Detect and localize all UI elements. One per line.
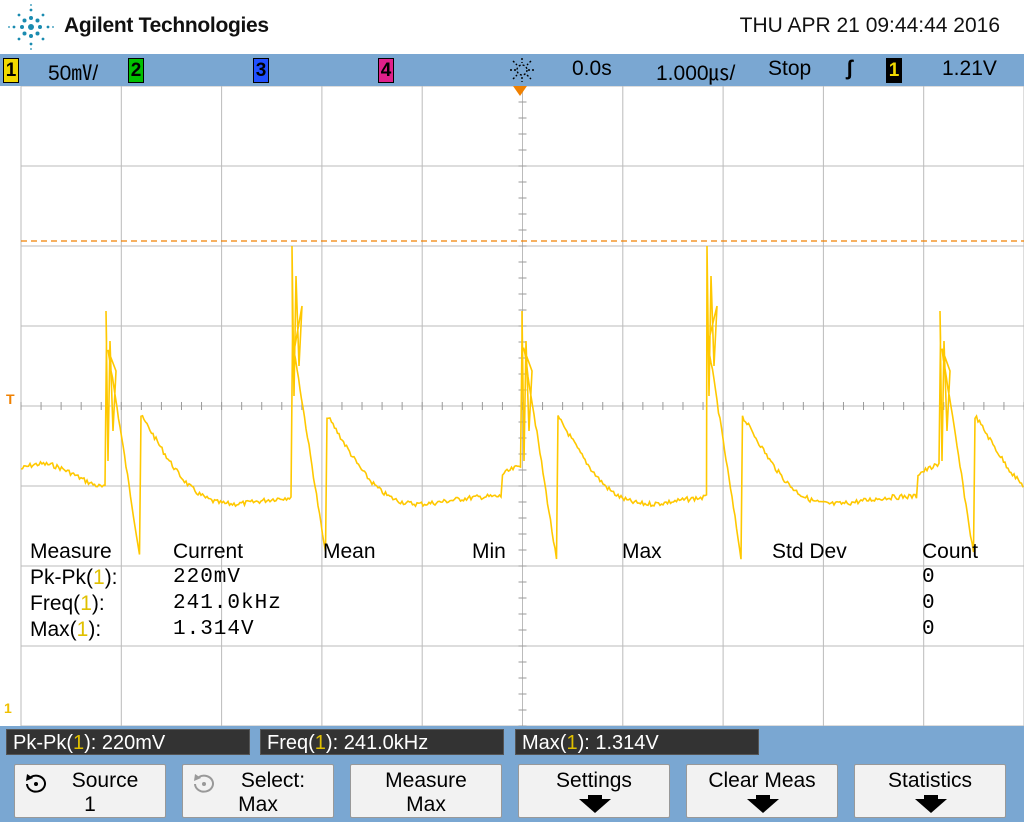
row-freq-count: 0 [922, 592, 936, 615]
col-min: Min [472, 540, 506, 563]
acquire-icon [510, 58, 534, 82]
row-pkpk-count: 0 [922, 566, 936, 589]
meas-max-box[interactable]: Max(1): 1.314V [515, 729, 759, 755]
brand-name: Agilent Technologies [64, 14, 269, 37]
down-arrow-icon [747, 799, 779, 813]
source-label: Source [71, 769, 139, 792]
row-pkpk-label: Pk-Pk(1): [30, 566, 118, 589]
trigger-source-badge: 1 [886, 58, 902, 83]
source-value: 1 [84, 793, 96, 816]
channel-2-badge[interactable]: 2 [128, 58, 144, 83]
agilent-spark-logo [8, 4, 54, 50]
rotate-knob-icon [26, 774, 46, 793]
rotate-knob-icon [194, 774, 214, 793]
trigger-marker: T [6, 391, 15, 407]
col-max: Max [622, 540, 662, 563]
measure-softkey[interactable]: Measure Max [350, 764, 502, 818]
measure-value: Max [406, 793, 446, 816]
statistics-label: Statistics [887, 769, 973, 792]
channel-4-badge[interactable]: 4 [378, 58, 394, 83]
meas-pkpk-box[interactable]: Pk-Pk(1): 220mV [6, 729, 250, 755]
col-count: Count [922, 540, 979, 563]
col-mean: Mean [323, 540, 376, 563]
down-arrow-icon [915, 799, 947, 813]
channel-1-badge[interactable]: 1 [3, 58, 19, 83]
channel-1-scale: 50㎷/ [48, 62, 99, 85]
row-freq-label: Freq(1): [30, 592, 105, 615]
date-time: THU APR 21 09:44:44 2016 [739, 14, 1000, 37]
graticule [0, 86, 1024, 726]
trigger-position-marker [513, 86, 527, 96]
settings-softkey[interactable]: Settings [518, 764, 670, 818]
horizontal-delay: 0.0s [572, 57, 612, 80]
row-freq-current: 241.0kHz [173, 592, 282, 615]
row-max-label: Max(1): [30, 618, 102, 641]
trigger-edge-icon: ʃ [846, 57, 853, 80]
trigger-level: 1.21V [942, 57, 997, 80]
measure-label: Measure [385, 769, 467, 792]
select-label: Select: [240, 769, 306, 792]
ground-marker: 1 [4, 700, 12, 716]
select-value: Max [238, 793, 278, 816]
source-softkey[interactable]: Source 1 [14, 764, 166, 818]
down-arrow-icon [579, 799, 611, 813]
clear-meas-softkey[interactable]: Clear Meas [686, 764, 838, 818]
statistics-softkey[interactable]: Statistics [854, 764, 1006, 818]
clear-meas-label: Clear Meas [708, 769, 816, 792]
status-bar: 1 50㎷/ 2 3 4 0.0s 1.000㎲/ Stop ʃ 1 1.21V [0, 54, 1024, 96]
select-softkey[interactable]: Select: Max [182, 764, 334, 818]
row-max-count: 0 [922, 618, 936, 641]
settings-label: Settings [556, 769, 632, 792]
col-std-dev: Std Dev [772, 540, 847, 563]
timebase-scale: 1.000㎲/ [656, 62, 736, 85]
waveform-display[interactable]: T 1 Measure Current Mean Min Max Std Dev… [0, 86, 1024, 726]
row-pkpk-current: 220mV [173, 566, 242, 589]
softkey-bar: Source 1 Select: Max Measure Max Setting… [0, 760, 1024, 822]
channel-3-badge[interactable]: 3 [253, 58, 269, 83]
col-measure: Measure [30, 540, 112, 563]
row-max-current: 1.314V [173, 618, 255, 641]
meas-freq-box[interactable]: Freq(1): 241.0kHz [260, 729, 504, 755]
col-current: Current [173, 540, 244, 563]
run-state: Stop [768, 57, 812, 80]
measurement-bar: Pk-Pk(1): 220mV Freq(1): 241.0kHz Max(1)… [0, 726, 1024, 760]
header-bar: Agilent Technologies THU APR 21 09:44:44… [0, 0, 1024, 54]
